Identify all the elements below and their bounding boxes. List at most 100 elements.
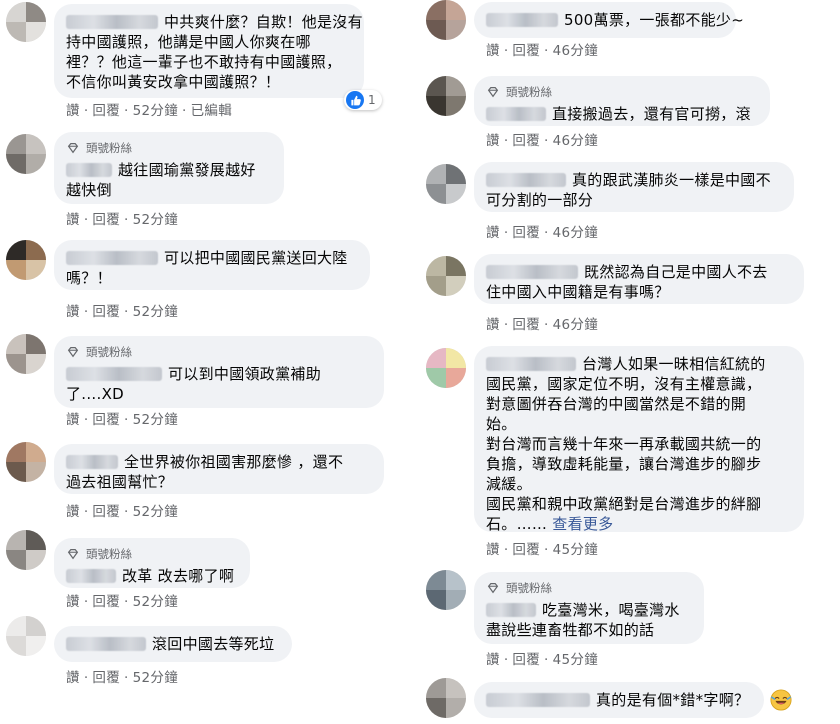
like-button[interactable]: 讚	[66, 594, 80, 610]
like-button[interactable]: 讚	[66, 212, 80, 228]
author-name-blurred[interactable]	[66, 637, 146, 651]
avatar[interactable]	[426, 678, 466, 718]
comment-actions: 讚 · 回覆 · 52分鐘	[66, 500, 178, 520]
avatar[interactable]	[6, 442, 46, 482]
like-button[interactable]: 讚	[486, 43, 500, 59]
timestamp[interactable]: 46分鐘	[553, 43, 598, 59]
comment-bubble: 真的是有個*錯*字啊？	[474, 682, 764, 718]
comment-line: 越快倒	[66, 181, 112, 199]
timestamp[interactable]: 52分鐘	[133, 412, 178, 428]
avatar[interactable]	[426, 76, 466, 116]
timestamp[interactable]: 46分鐘	[553, 225, 598, 241]
author-name-blurred[interactable]	[66, 163, 112, 177]
avatar[interactable]	[6, 334, 46, 374]
comment-bubble: 頭號粉絲 可以到中國領政黨補助 了....XD	[54, 336, 384, 408]
author-name-blurred[interactable]	[486, 13, 558, 27]
reply-button[interactable]: 回覆	[92, 594, 120, 610]
comment-bubble: 可以把中國國民黨送回大陸 嗎？！	[54, 240, 370, 290]
like-button[interactable]: 讚	[66, 504, 80, 520]
comment-actions: 讚 · 回覆 · 52分鐘	[66, 208, 178, 228]
avatar[interactable]	[426, 570, 466, 610]
avatar[interactable]	[6, 530, 46, 570]
top-fan-badge: 頭號粉絲	[66, 140, 272, 156]
comment-bubble: 頭號粉絲 改革 改去哪了啊	[54, 538, 250, 588]
reply-button[interactable]: 回覆	[512, 225, 540, 241]
comment-line: 可分割的一部分	[486, 191, 594, 209]
timestamp[interactable]: 52分鐘	[133, 103, 178, 119]
avatar[interactable]	[6, 134, 46, 174]
author-name-blurred[interactable]	[66, 367, 162, 381]
avatar[interactable]	[426, 164, 466, 204]
author-name-blurred[interactable]	[66, 569, 116, 583]
author-name-blurred[interactable]	[486, 265, 578, 279]
timestamp[interactable]: 52分鐘	[133, 670, 178, 686]
author-name-blurred[interactable]	[486, 603, 536, 617]
comment-line: 可以把中國國民黨送回大陸	[66, 248, 358, 268]
avatar[interactable]	[6, 616, 46, 656]
avatar[interactable]	[426, 0, 466, 40]
comment-line: 真的跟武漢肺炎一樣是中國不	[486, 170, 782, 190]
diamond-icon	[487, 583, 499, 594]
reply-button[interactable]: 回覆	[92, 670, 120, 686]
timestamp[interactable]: 45分鐘	[553, 542, 598, 558]
reply-button[interactable]: 回覆	[92, 412, 120, 428]
like-button[interactable]: 讚	[486, 542, 500, 558]
avatar[interactable]	[6, 240, 46, 280]
comment-line: 過去祖國幫忙？	[66, 473, 174, 491]
comment-line: 對意圖併吞台灣的中國當然是不錯的開	[486, 395, 747, 413]
like-button[interactable]: 讚	[486, 317, 500, 333]
reply-button[interactable]: 回覆	[92, 212, 120, 228]
separator: ·	[544, 317, 549, 333]
reaction-count[interactable]: 1	[344, 90, 382, 110]
comment-line: 減緩。	[486, 475, 532, 493]
separator: ·	[503, 133, 509, 149]
like-button[interactable]: 讚	[66, 304, 80, 320]
like-button[interactable]: 讚	[66, 103, 80, 119]
reply-button[interactable]: 回覆	[92, 103, 120, 119]
separator: ·	[124, 103, 129, 119]
separator: ·	[83, 670, 89, 686]
author-name-blurred[interactable]	[66, 15, 158, 29]
timestamp[interactable]: 46分鐘	[553, 133, 598, 149]
like-count: 1	[368, 93, 376, 107]
avatar[interactable]	[426, 348, 466, 388]
reply-button[interactable]: 回覆	[512, 43, 540, 59]
avatar[interactable]	[6, 2, 46, 42]
author-name-blurred[interactable]	[486, 107, 546, 121]
comment-actions: 讚 · 回覆 · 52分鐘	[66, 408, 178, 428]
author-name-blurred[interactable]	[486, 693, 590, 707]
timestamp[interactable]: 52分鐘	[133, 304, 178, 320]
like-button[interactable]: 讚	[66, 412, 80, 428]
author-name-blurred[interactable]	[66, 251, 158, 265]
comment-line: 中共爽什麼？自欺！他是沒有	[66, 12, 363, 32]
separator: ·	[124, 504, 129, 520]
comment-bubble: 頭號粉絲 越往國瑜黨發展越好 越快倒	[54, 132, 284, 204]
separator: ·	[124, 304, 129, 320]
reply-button[interactable]: 回覆	[512, 542, 540, 558]
timestamp[interactable]: 45分鐘	[553, 652, 598, 668]
comment-line: 國民黨，國家定位不明，沒有主權意識，	[486, 375, 762, 393]
author-name-blurred[interactable]	[486, 357, 576, 371]
comment-line: 住中國入中國籍是有事嗎？	[486, 283, 670, 301]
see-more-link[interactable]: 查看更多	[552, 515, 613, 533]
like-button[interactable]: 讚	[486, 225, 500, 241]
reply-button[interactable]: 回覆	[512, 317, 540, 333]
like-button[interactable]: 讚	[486, 652, 500, 668]
reply-button[interactable]: 回覆	[92, 504, 120, 520]
reply-button[interactable]: 回覆	[512, 133, 540, 149]
reply-button[interactable]: 回覆	[512, 652, 540, 668]
author-name-blurred[interactable]	[66, 455, 118, 469]
timestamp[interactable]: 52分鐘	[133, 212, 178, 228]
comment-bubble: 中共爽什麼？自欺！他是沒有 持中國護照，他講是中國人你爽在哪 裡？？他這一輩子也…	[54, 4, 364, 98]
author-name-blurred[interactable]	[486, 173, 566, 187]
separator: ·	[503, 43, 509, 59]
timestamp[interactable]: 52分鐘	[133, 504, 178, 520]
timestamp[interactable]: 52分鐘	[133, 594, 178, 610]
like-button[interactable]: 讚	[66, 670, 80, 686]
like-button[interactable]: 讚	[486, 133, 500, 149]
reply-button[interactable]: 回覆	[92, 304, 120, 320]
avatar[interactable]	[426, 256, 466, 296]
timestamp[interactable]: 46分鐘	[553, 317, 598, 333]
comment-line: 石。…… 查看更多	[486, 515, 614, 533]
comment-actions: 讚 · 回覆 · 45分鐘	[486, 648, 598, 668]
